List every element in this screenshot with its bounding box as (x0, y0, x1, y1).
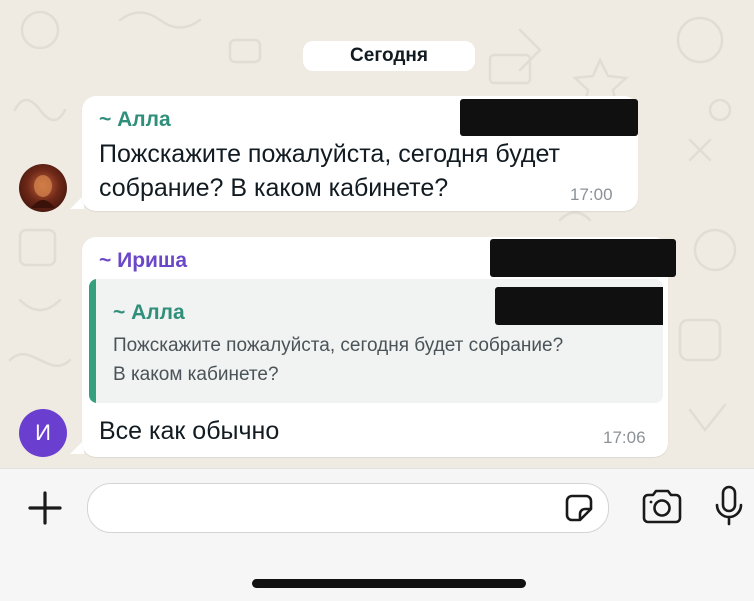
message-bubble-irisha[interactable]: ~ Ириша ~ Алла Пожскажите пожалуйста, се… (82, 237, 676, 457)
quoted-sender-name: ~ Алла (113, 301, 185, 324)
quoted-text-line-2: В каком кабинете? (113, 364, 279, 385)
message-time: 17:06 (603, 428, 646, 447)
quoted-text-line-1: Пожскажите пожалуйста, сегодня будет соб… (113, 335, 564, 356)
message-input[interactable] (87, 483, 609, 533)
message-text-line-1: Пожскажите пожалуйста, сегодня будет (99, 140, 560, 168)
sticker-icon[interactable] (564, 493, 594, 523)
message-text-line-2: собрание? В каком кабинете? (99, 174, 449, 202)
plus-icon[interactable] (26, 489, 64, 527)
redacted-phone (490, 239, 676, 277)
message-bubble-alla[interactable]: ~ Алла Пожскажите пожалуйста, сегодня бу… (82, 96, 638, 211)
camera-icon[interactable] (640, 489, 684, 525)
quote-accent-bar (89, 279, 96, 403)
microphone-icon[interactable] (712, 485, 746, 527)
redacted-phone (460, 99, 638, 136)
message-text: Все как обычно (99, 417, 280, 445)
date-separator: Сегодня (303, 41, 475, 71)
avatar-photo-icon (31, 175, 55, 208)
redacted-phone (495, 287, 663, 325)
quoted-message[interactable]: ~ Алла Пожскажите пожалуйста, сегодня бу… (89, 279, 663, 403)
avatar-alla[interactable] (19, 164, 67, 212)
message-time: 17:00 (570, 185, 613, 204)
avatar-irisha[interactable]: И (19, 409, 67, 457)
home-indicator[interactable] (252, 579, 526, 588)
sender-name[interactable]: ~ Алла (99, 108, 171, 132)
sender-name[interactable]: ~ Ириша (99, 249, 187, 273)
